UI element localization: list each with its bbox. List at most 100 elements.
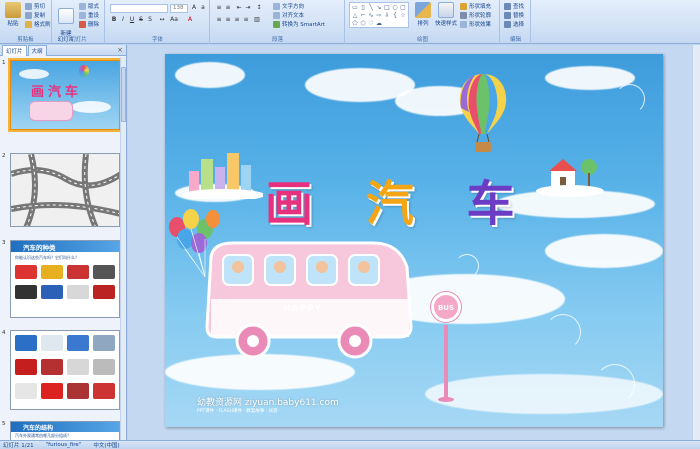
char-spacing-icon[interactable]: ↔ — [158, 16, 166, 24]
textbox-shape-icon[interactable]: ▭ — [351, 4, 359, 11]
arrange-button[interactable]: 排列 — [412, 2, 434, 27]
align-center-icon[interactable]: ≡ — [224, 16, 232, 24]
pen-icon — [460, 11, 467, 19]
copy-icon — [25, 11, 32, 19]
align-right-icon[interactable]: ≡ — [233, 16, 241, 24]
increase-indent-icon[interactable]: ⇥ — [244, 4, 252, 12]
shape-effects-button[interactable]: 形状效果 — [460, 20, 491, 28]
format-painter-button[interactable]: 格式刷 — [25, 20, 51, 28]
textbox-v-shape-icon[interactable]: ▯ — [359, 4, 367, 11]
rounded-rect-shape-icon[interactable]: ▢ — [399, 4, 407, 11]
line-spacing-icon[interactable]: ↕ — [255, 4, 263, 12]
scrollbar-thumb[interactable] — [121, 67, 126, 122]
title-char-3: 车 — [466, 176, 533, 232]
drawing-label: 绘图 — [416, 37, 428, 43]
font-color-icon[interactable]: A — [186, 16, 194, 24]
tab-slides[interactable]: 幻灯片 — [2, 44, 27, 56]
pentagon-shape-icon[interactable]: ⬠ — [351, 20, 359, 27]
font-group: 138 A a B I U S S ↔ Aa A 字体 — [106, 0, 210, 44]
editor-scrollbar[interactable] — [692, 45, 700, 440]
strikethrough-icon[interactable]: S — [137, 16, 145, 24]
align-left-icon[interactable]: ≡ — [215, 16, 223, 24]
editing-group: 查找 替换 选择 编辑 — [501, 0, 531, 44]
justify-icon[interactable]: ≡ — [242, 16, 250, 24]
bullets-icon[interactable]: ≡ — [215, 4, 223, 12]
bold-icon[interactable]: B — [110, 16, 118, 24]
align-text-button[interactable]: 对齐文本 — [273, 11, 304, 19]
grow-font-icon[interactable]: A — [190, 4, 198, 12]
paste-icon — [5, 2, 21, 18]
thumbnail-title: 画汽车 — [31, 85, 83, 100]
shadow-icon[interactable]: S — [146, 16, 154, 24]
paragraph-label: 段落 — [271, 37, 283, 43]
thumbnail-image — [10, 153, 120, 227]
shape-fill-button[interactable]: 形状填充 — [460, 2, 491, 10]
underline-icon[interactable]: U — [128, 16, 136, 24]
cloud-shape-icon[interactable]: ☁ — [375, 20, 383, 27]
delete-icon — [79, 20, 86, 28]
triangle-shape-icon[interactable]: △ — [351, 12, 359, 19]
block-arrow-shape-icon[interactable]: ⇨ — [375, 12, 383, 19]
slide-title[interactable]: 画 汽 车 — [265, 164, 532, 234]
heart-shape-icon[interactable]: ♡ — [367, 20, 375, 27]
line-shape-icon[interactable]: ╲ — [367, 4, 375, 11]
shape-outline-button[interactable]: 形状轮廓 — [460, 11, 491, 19]
slide-thumbnail-2[interactable]: 2 — [0, 153, 122, 229]
slide-thumbnail-3[interactable]: 3 汽车的种类 你能认识这些汽车吗？它们叫什么？ — [0, 240, 122, 320]
thumbnail-image: 汽车的结构 汽车外观通常由哪几部分组成？ — [10, 421, 120, 440]
clipboard-group: 粘贴 剪切 复制 格式刷 剪贴板 — [0, 0, 52, 44]
quick-styles-button[interactable]: 快速样式 — [434, 2, 458, 27]
find-button[interactable]: 查找 — [504, 2, 524, 10]
change-case-icon[interactable]: Aa — [170, 16, 178, 24]
slide-thumbnail-4[interactable]: 4 — [0, 330, 122, 412]
editing-label: 编辑 — [509, 37, 521, 43]
delete-button[interactable]: 删除 — [79, 20, 99, 28]
text-direction-button[interactable]: 文字方向 — [273, 2, 304, 10]
close-icon[interactable]: × — [117, 46, 123, 54]
slide-canvas[interactable]: 画 汽 车 HAPPY BUS 幼教资源网 ziyuan.baby611.com… — [165, 54, 663, 427]
font-name-field[interactable] — [110, 4, 168, 13]
brace-shape-icon[interactable]: { — [391, 12, 399, 19]
layout-icon — [79, 2, 86, 10]
cut-button[interactable]: 剪切 — [25, 2, 45, 10]
font-label: 字体 — [151, 37, 163, 43]
layout-button[interactable]: 版式 — [79, 2, 99, 10]
slide-thumbnail-5[interactable]: 5 汽车的结构 汽车外观通常由哪几部分组成？ — [0, 421, 122, 440]
bus-stop-sign: BUS — [431, 292, 461, 322]
smartart-button[interactable]: 转换为 SmartArt — [273, 20, 325, 28]
bus-stop-base — [438, 397, 454, 402]
reset-icon — [79, 11, 86, 19]
shrink-font-icon[interactable]: a — [199, 4, 207, 12]
columns-icon[interactable]: ▥ — [253, 16, 261, 24]
replace-button[interactable]: 替换 — [504, 11, 524, 19]
slide-count: 幻灯片 1/21 — [3, 443, 34, 449]
slides-pane-scrollbar[interactable] — [120, 57, 126, 440]
smartart-icon — [273, 20, 280, 28]
curve-shape-icon[interactable]: ∿ — [367, 12, 375, 19]
language-indicator[interactable]: 中文(中国) — [93, 441, 119, 449]
slide-thumbnail-1[interactable]: 1 画汽车 — [0, 58, 122, 132]
oval-shape-icon[interactable]: ○ — [391, 4, 399, 11]
down-arrow-shape-icon[interactable]: ⇩ — [383, 12, 391, 19]
corner-shape-icon[interactable]: ⌐ — [359, 12, 367, 19]
reset-button[interactable]: 重设 — [79, 11, 99, 19]
paint-bucket-icon — [460, 2, 467, 10]
binoculars-icon — [504, 2, 511, 10]
star-shape-icon[interactable]: ☆ — [399, 12, 407, 19]
paste-button[interactable]: 粘贴 — [2, 2, 24, 27]
decrease-indent-icon[interactable]: ⇤ — [235, 4, 243, 12]
swirl-decoration — [615, 84, 645, 114]
thumbnail-title: 汽车的结构 — [23, 425, 54, 432]
arrow-shape-icon[interactable]: ↘ — [375, 4, 383, 11]
hexagon-shape-icon[interactable]: ⬡ — [359, 20, 367, 27]
select-button[interactable]: 选择 — [504, 20, 524, 28]
tab-outline[interactable]: 大纲 — [27, 44, 47, 56]
copy-button[interactable]: 复制 — [25, 11, 45, 19]
house-illustration — [536, 159, 604, 197]
numbering-icon[interactable]: ≡ — [224, 4, 232, 12]
italic-icon[interactable]: I — [119, 16, 127, 24]
clipboard-label: 剪贴板 — [17, 37, 34, 43]
shapes-gallery[interactable]: ▭ ▯ ╲ ↘ □ ○ ▢ △ ⌐ ∿ ⇨ ⇩ { ☆ ⬠ ⬡ ♡ ☁ — [349, 2, 409, 28]
rect-shape-icon[interactable]: □ — [383, 4, 391, 11]
font-size-field[interactable]: 138 — [170, 4, 188, 13]
